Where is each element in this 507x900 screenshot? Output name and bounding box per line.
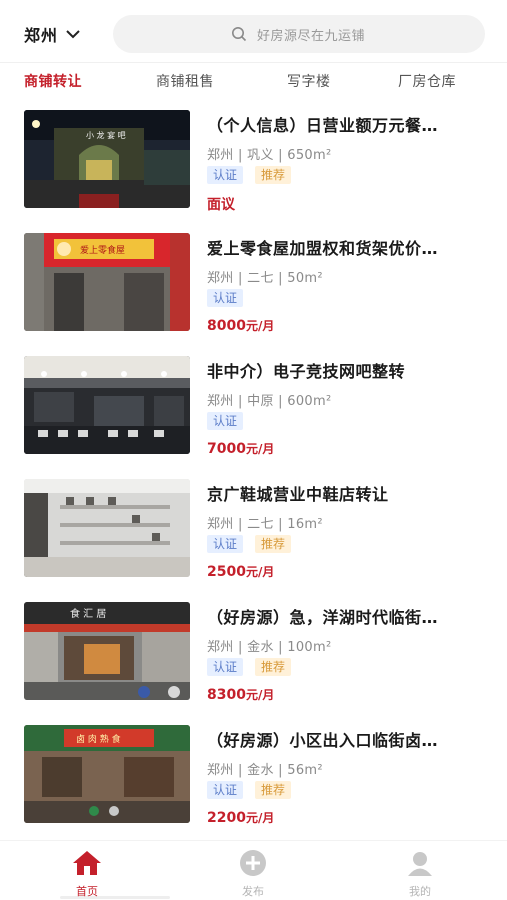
listing-tags: 认证 [207,412,255,430]
listing-price: 7000元/月 [207,440,274,457]
price-value: 2500 [207,564,246,580]
bottom-nav: 首页 发布 我的 [0,840,507,900]
listing-meta: 郑州 | 巩义 | 650m² [207,148,332,163]
plus-circle-icon [240,850,266,876]
price-value: 2200 [207,810,246,826]
listing-tags: 认证 [207,289,255,307]
list-item[interactable]: 卤 肉 熟 食 （好房源）小区出入口临街卤… 郑州 | 金水 | 56m² 认证… [0,723,507,826]
price-unit: 元/月 [245,565,275,579]
tab-shop-transfer[interactable]: 商铺转让 [24,71,82,91]
listing-tags: 认证 推荐 [207,166,303,184]
city-label: 郑州 [24,26,59,45]
home-icon [73,851,101,875]
listing-title: 京广鞋城营业中鞋店转让 [207,485,389,504]
nav-home[interactable]: 首页 [57,849,117,899]
recommend-badge: 推荐 [255,166,292,184]
listing-price: 8000元/月 [207,317,274,334]
list-item[interactable]: 爱上零食屋 爱上零食屋加盟权和货架优价… 郑州 | 二七 | 50m² 认证 8… [0,231,507,334]
listing-photo: 小 龙 宴 吧 [24,110,190,208]
listing-photo: 爱上零食屋 [24,233,190,331]
search-bar[interactable]: 好房源尽在九运铺 [113,15,485,53]
listing-photo [24,479,190,577]
listing-price: 面议 [207,194,235,214]
cert-badge: 认证 [207,658,244,676]
listing-price: 2200元/月 [207,809,274,826]
recommend-badge: 推荐 [255,535,292,553]
recommend-badge: 推荐 [255,781,292,799]
top-bar: 郑州 好房源尽在九运铺 [0,0,507,64]
listing-title: 爱上零食屋加盟权和货架优价… [207,239,439,258]
nav-home-indicator [60,896,170,899]
category-tabs: 商铺转让 商铺租售 写字楼 厂房仓库 [0,62,507,96]
listing-meta: 郑州 | 二七 | 50m² [207,271,323,286]
search-placeholder: 好房源尽在九运铺 [257,28,366,44]
listing-title: （好房源）急，洋湖时代临街… [207,608,439,627]
listing-title: （个人信息）日营业额万元餐… [207,116,439,135]
price-unit: 元/月 [245,442,275,456]
listing-photo-text: 小 龙 宴 吧 [86,130,126,140]
listing-meta: 郑州 | 金水 | 56m² [207,763,323,778]
cert-badge: 认证 [207,535,244,553]
user-icon [408,852,432,876]
search-icon [232,27,247,42]
price-unit: 元/月 [245,811,275,825]
list-item[interactable]: 非中介）电子竞技网吧整转 郑州 | 中原 | 600m² 认证 7000元/月 [0,354,507,457]
nav-mine[interactable]: 我的 [390,849,450,899]
listing-title: 非中介）电子竞技网吧整转 [207,362,406,381]
listing-meta: 郑州 | 二七 | 16m² [207,517,323,532]
cert-badge: 认证 [207,289,244,307]
listing-tags: 认证 推荐 [207,781,303,799]
listing-meta: 郑州 | 金水 | 100m² [207,640,332,655]
tab-shop-rent-sale[interactable]: 商铺租售 [156,71,214,91]
nav-mine-label: 我的 [409,885,431,898]
chevron-down-icon [66,30,80,39]
listing-tags: 认证 推荐 [207,535,303,553]
listing-price: 2500元/月 [207,563,274,580]
recommend-badge: 推荐 [255,658,292,676]
price-value: 7000 [207,441,246,457]
listing-photo-text: 爱上零食屋 [80,244,125,256]
price-unit: 元/月 [245,688,275,702]
listing-tags: 认证 推荐 [207,658,303,676]
listing-photo: 食 汇 居 [24,602,190,700]
tab-office[interactable]: 写字楼 [287,71,331,91]
listing-photo-text: 食 汇 居 [70,607,106,620]
listing-photo-text: 卤 肉 熟 食 [76,733,121,745]
list-item[interactable]: 京广鞋城营业中鞋店转让 郑州 | 二七 | 16m² 认证 推荐 2500元/月 [0,477,507,580]
listing-title: （好房源）小区出入口临街卤… [207,731,439,750]
listing-meta: 郑州 | 中原 | 600m² [207,394,332,409]
listing-price: 8300元/月 [207,686,274,703]
list-item[interactable]: 小 龙 宴 吧 （个人信息）日营业额万元餐… 郑州 | 巩义 | 650m² 认… [0,108,507,213]
cert-badge: 认证 [207,781,244,799]
price-unit: 元/月 [245,319,275,333]
nav-post-label: 发布 [242,885,264,898]
nav-post[interactable]: 发布 [223,849,283,899]
city-selector[interactable]: 郑州 [24,22,80,46]
price-value: 8300 [207,687,246,703]
cert-badge: 认证 [207,166,244,184]
cert-badge: 认证 [207,412,244,430]
listing-photo: 卤 肉 熟 食 [24,725,190,823]
listing-photo [24,356,190,454]
list-item[interactable]: 食 汇 居 （好房源）急，洋湖时代临街… 郑州 | 金水 | 100m² 认证 … [0,600,507,703]
price-value: 面议 [207,197,235,213]
tab-factory-warehouse[interactable]: 厂房仓库 [398,71,456,91]
price-value: 8000 [207,318,246,334]
